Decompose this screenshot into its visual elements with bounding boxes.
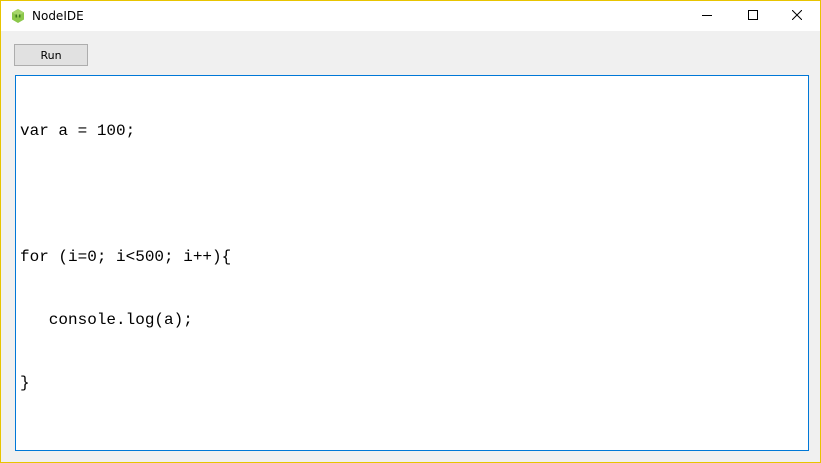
code-line: var a = 100; <box>20 122 136 140</box>
maximize-icon <box>748 9 758 23</box>
close-icon <box>791 9 803 23</box>
run-button[interactable]: Run <box>14 44 88 66</box>
client-area: Run var a = 100; for (i=0; i<500; i++){ … <box>1 31 820 462</box>
code-editor[interactable]: var a = 100; for (i=0; i<500; i++){ cons… <box>15 75 809 451</box>
app-window: NodeIDE Run var a = 100; for (i=0; i<500… <box>0 0 821 463</box>
minimize-button[interactable] <box>684 1 730 31</box>
close-button[interactable] <box>774 1 820 31</box>
code-line: console.log(a); <box>20 311 193 329</box>
code-line: } <box>20 374 30 392</box>
minimize-icon <box>702 9 712 23</box>
title-bar[interactable]: NodeIDE <box>1 1 820 31</box>
code-line: for (i=0; i<500; i++){ <box>20 248 232 266</box>
maximize-button[interactable] <box>730 1 776 31</box>
window-title: NodeIDE <box>32 9 84 23</box>
node-js-hexagon-icon <box>10 8 26 24</box>
